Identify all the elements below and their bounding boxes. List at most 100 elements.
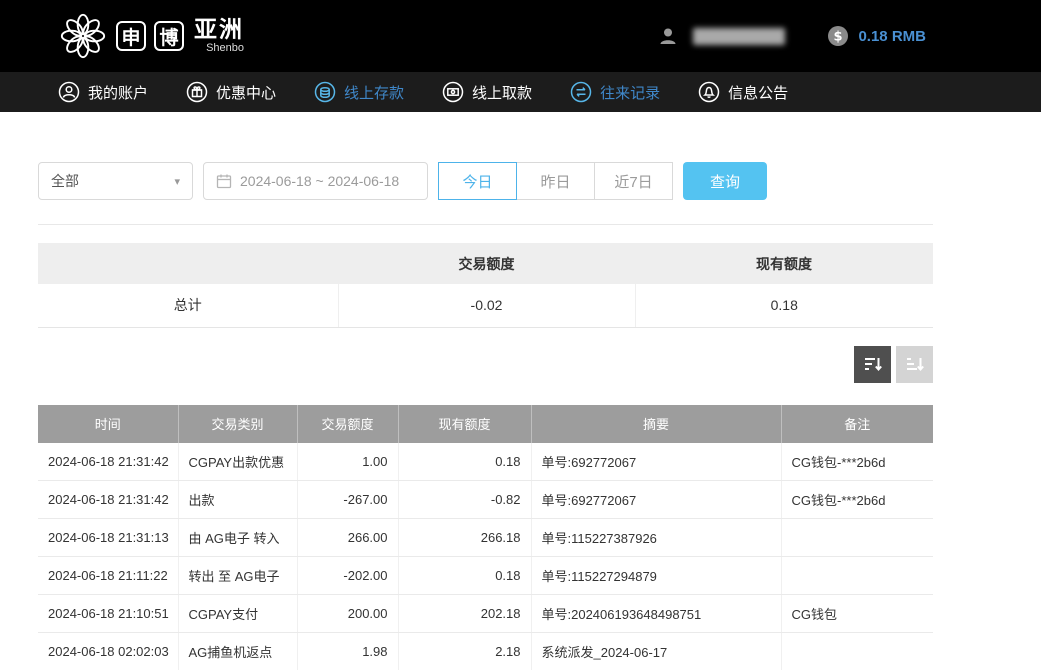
table-cell: 单号:692772067: [531, 443, 781, 481]
table-cell: 2024-06-18 21:10:51: [38, 595, 178, 633]
summary-header-row: 交易额度 现有额度: [38, 243, 933, 284]
brand-char-bo: 博: [154, 21, 184, 51]
table-cell: 单号:115227294879: [531, 557, 781, 595]
withdraw-icon: [442, 81, 464, 103]
username-redacted: [693, 28, 785, 45]
brand-logo: 申 博 亚洲 Shenbo: [58, 11, 244, 61]
table-cell: 1.98: [297, 633, 398, 670]
summary-trade-amount: -0.02: [338, 284, 635, 327]
flower-logo-icon: [58, 11, 108, 61]
table-cell: 0.18: [398, 557, 531, 595]
gift-icon: [186, 81, 208, 103]
top-header: 申 博 亚洲 Shenbo $ 0.18 RMB: [0, 0, 1041, 72]
query-button[interactable]: 查询: [683, 162, 767, 200]
divider: [38, 224, 933, 225]
summary-header-trade-amount: 交易额度: [338, 243, 635, 284]
brand-region: 亚洲: [194, 18, 244, 41]
summary-table: 交易额度 现有额度 总计 -0.02 0.18: [38, 243, 933, 328]
dollar-icon: $: [827, 25, 849, 47]
table-row: 2024-06-18 21:10:51CGPAY支付200.00202.18单号…: [38, 595, 933, 633]
table-cell: 单号:115227387926: [531, 519, 781, 557]
table-cell: -202.00: [297, 557, 398, 595]
filter-row: 全部 ▾ 2024-06-18 ~ 2024-06-18 今日 昨日 近7日 查…: [38, 162, 933, 200]
sort-descending-icon: [863, 354, 883, 374]
records-table-header-row: 时间交易类别交易额度现有额度摘要备注: [38, 405, 933, 443]
calendar-icon: [216, 173, 232, 189]
column-header: 交易额度: [297, 405, 398, 443]
user-circle-icon: [58, 81, 80, 103]
nav-item-announcements[interactable]: 信息公告: [698, 81, 788, 103]
table-cell: 出款: [178, 481, 297, 519]
table-row: 2024-06-18 21:31:13由 AG电子 转入266.00266.18…: [38, 519, 933, 557]
table-cell: [781, 519, 933, 557]
table-cell: [781, 633, 933, 670]
table-cell: 单号:202406193648498751: [531, 595, 781, 633]
table-cell: AG捕鱼机返点: [178, 633, 297, 670]
column-header: 交易类别: [178, 405, 297, 443]
table-cell: 2024-06-18 21:11:22: [38, 557, 178, 595]
table-cell: 266.18: [398, 519, 531, 557]
table-cell: 单号:692772067: [531, 481, 781, 519]
table-cell: 200.00: [297, 595, 398, 633]
table-cell: 0.18: [398, 443, 531, 481]
table-cell: 转出 至 AG电子: [178, 557, 297, 595]
table-cell: CG钱包: [781, 595, 933, 633]
column-header: 摘要: [531, 405, 781, 443]
table-cell: 202.18: [398, 595, 531, 633]
user-avatar-icon: [657, 25, 679, 47]
content-area: 全部 ▾ 2024-06-18 ~ 2024-06-18 今日 昨日 近7日 查…: [38, 162, 933, 670]
brand-char-shen: 申: [116, 21, 146, 51]
deposit-icon: [314, 81, 336, 103]
table-cell: 系统派发_2024-06-17: [531, 633, 781, 670]
nav-item-promotions[interactable]: 优惠中心: [186, 81, 276, 103]
sort-descending-button[interactable]: [854, 346, 891, 383]
yesterday-button[interactable]: 昨日: [516, 162, 595, 200]
last7days-button[interactable]: 近7日: [594, 162, 673, 200]
table-cell: CG钱包-***2b6d: [781, 443, 933, 481]
column-header: 备注: [781, 405, 933, 443]
table-cell: [781, 557, 933, 595]
summary-total-row: 总计 -0.02 0.18: [38, 284, 933, 327]
table-cell: 2024-06-18 02:02:03: [38, 633, 178, 670]
table-cell: 由 AG电子 转入: [178, 519, 297, 557]
table-row: 2024-06-18 21:31:42出款-267.00-0.82单号:6927…: [38, 481, 933, 519]
records-icon: [570, 81, 592, 103]
table-cell: CG钱包-***2b6d: [781, 481, 933, 519]
account-area: $ 0.18 RMB: [657, 25, 926, 47]
nav-item-online-deposit[interactable]: 线上存款: [314, 81, 404, 103]
nav-item-my-account[interactable]: 我的账户: [58, 81, 148, 103]
table-cell: -0.82: [398, 481, 531, 519]
sort-ascending-icon: [905, 354, 925, 374]
table-cell: 2024-06-18 21:31:42: [38, 443, 178, 481]
table-cell: 2.18: [398, 633, 531, 670]
records-table: 时间交易类别交易额度现有额度摘要备注 2024-06-18 21:31:42CG…: [38, 405, 933, 670]
summary-header-current-amount: 现有额度: [635, 243, 933, 284]
table-row: 2024-06-18 21:11:22转出 至 AG电子-202.000.18单…: [38, 557, 933, 595]
brand-subtitle: Shenbo: [194, 43, 244, 54]
balance-group: $ 0.18 RMB: [827, 25, 926, 47]
transaction-type-select[interactable]: 全部 ▾: [38, 162, 193, 200]
chevron-down-icon: ▾: [174, 175, 180, 188]
nav-item-online-withdrawal[interactable]: 线上取款: [442, 81, 532, 103]
today-button[interactable]: 今日: [438, 162, 517, 200]
main-nav: 我的账户 优惠中心 线上存款 线上取款: [0, 72, 1041, 112]
table-cell: -267.00: [297, 481, 398, 519]
sort-controls: [38, 346, 933, 383]
date-range-input[interactable]: 2024-06-18 ~ 2024-06-18: [203, 162, 428, 200]
quick-date-buttons: 今日 昨日 近7日: [438, 162, 673, 200]
table-cell: CGPAY出款优惠: [178, 443, 297, 481]
nav-item-transaction-records[interactable]: 往来记录: [570, 81, 660, 103]
sort-ascending-button[interactable]: [896, 346, 933, 383]
records-tbody: 2024-06-18 21:31:42CGPAY出款优惠1.000.18单号:6…: [38, 443, 933, 670]
balance-text: 0.18 RMB: [858, 28, 926, 45]
summary-current-amount: 0.18: [635, 284, 933, 327]
table-cell: 2024-06-18 21:31:42: [38, 481, 178, 519]
table-cell: 1.00: [297, 443, 398, 481]
table-cell: 266.00: [297, 519, 398, 557]
summary-header-empty: [38, 243, 338, 284]
column-header: 时间: [38, 405, 178, 443]
announcement-bell-icon: [698, 81, 720, 103]
table-cell: CGPAY支付: [178, 595, 297, 633]
svg-text:$: $: [834, 30, 843, 45]
table-row: 2024-06-18 21:31:42CGPAY出款优惠1.000.18单号:6…: [38, 443, 933, 481]
